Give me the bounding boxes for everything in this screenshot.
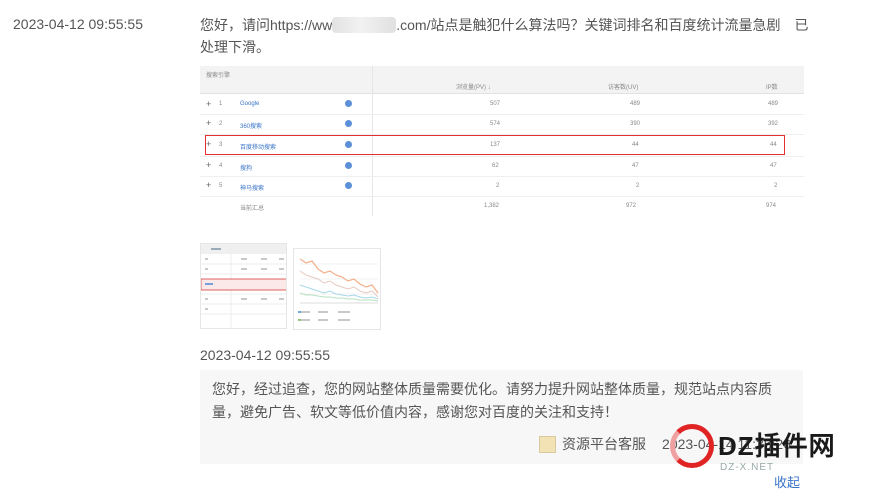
expand-icon: + — [206, 99, 212, 109]
row-divider — [200, 176, 804, 177]
total-pv: 1,382 — [484, 203, 500, 209]
uv-value: 47 — [632, 163, 639, 169]
chart-thumbnail-image — [294, 249, 380, 329]
expand-icon: + — [206, 160, 212, 170]
question-text: 您好，请问https://ww .com/站点是触犯什么算法吗？关键词排名和百度统… — [200, 14, 820, 58]
verified-icon — [345, 182, 352, 189]
pv-value: 2 — [496, 183, 500, 189]
ip-value: 392 — [768, 121, 779, 127]
watermark-logo-icon — [670, 424, 714, 468]
header-pv: 浏览量(PV) ↓ — [456, 85, 491, 91]
stats-screenshot: 搜索引擎 浏览量(PV) ↓ 访客数(UV) IP数 + 1 Google 50… — [200, 66, 804, 216]
reply-author: 资源平台客服 — [562, 436, 647, 452]
source-link: 神马搜索 — [240, 186, 265, 192]
blurred-domain — [332, 17, 397, 33]
watermark: DZ插件网 DZ-X.NET 收起 — [668, 418, 868, 494]
collapse-link[interactable]: 收起 — [774, 472, 800, 491]
answer-timestamp: 2023-04-12 09:55:55 — [200, 347, 330, 363]
expand-icon: + — [206, 180, 212, 190]
header-source: 搜索引擎 — [206, 73, 231, 79]
table-thumbnail-image — [201, 244, 286, 328]
row-index: 2 — [219, 121, 223, 127]
pv-value: 62 — [492, 163, 499, 169]
ip-value: 47 — [770, 163, 777, 169]
table-header — [200, 66, 804, 94]
source-link: 360搜索 — [240, 124, 263, 130]
total-label: 当前汇总 — [240, 206, 265, 212]
row-divider — [200, 196, 804, 197]
header-ip: IP数 — [766, 85, 778, 91]
row-divider — [200, 114, 804, 115]
question-text-start: 您好，请问https://ww — [200, 17, 333, 33]
row-index: 4 — [219, 163, 223, 169]
attachment-thumbnail[interactable] — [293, 248, 381, 330]
row-index: 1 — [219, 101, 223, 107]
watermark-brand: DZ插件网 — [718, 431, 836, 461]
highlight-box — [205, 135, 785, 155]
row-divider — [200, 156, 804, 157]
verified-icon — [345, 100, 352, 107]
pv-value: 574 — [490, 121, 501, 127]
pv-value: 507 — [490, 101, 501, 107]
row-index: 5 — [219, 183, 223, 189]
question-timestamp: 2023-04-12 09:55:55 — [13, 16, 143, 32]
uv-value: 489 — [630, 101, 641, 107]
watermark-domain: DZ-X.NET — [720, 462, 775, 473]
header-uv: 访客数(UV) — [608, 85, 639, 91]
source-link: 搜狗 — [240, 166, 253, 172]
verified-icon — [345, 162, 352, 169]
ip-value: 489 — [768, 101, 779, 107]
total-uv: 972 — [626, 203, 637, 209]
verified-icon — [345, 120, 352, 127]
total-ip: 974 — [766, 203, 777, 209]
source-link: Google — [240, 101, 260, 107]
avatar — [539, 435, 557, 453]
uv-value: 2 — [636, 183, 640, 189]
attachment-thumbnail[interactable] — [200, 243, 287, 329]
ip-value: 2 — [774, 183, 778, 189]
uv-value: 390 — [630, 121, 641, 127]
expand-icon: + — [206, 118, 212, 128]
